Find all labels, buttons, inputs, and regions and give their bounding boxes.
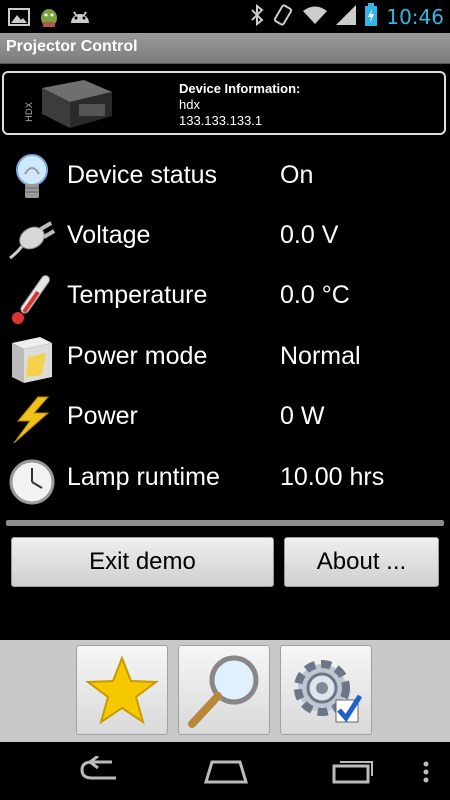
navigation-bar (0, 742, 450, 800)
signal-icon (336, 5, 357, 29)
android-debug-icon (38, 5, 60, 33)
recent-apps-icon[interactable] (330, 756, 376, 786)
about-button[interactable]: About ... (284, 537, 439, 587)
projector-label: HDX (25, 102, 35, 122)
exit-demo-button[interactable]: Exit demo (11, 537, 274, 587)
device-name: hdx (179, 97, 200, 112)
device-info-heading: Device Information: (179, 81, 301, 96)
star-icon (85, 655, 159, 725)
section-divider (6, 520, 444, 526)
app-title: Projector Control (6, 38, 138, 55)
bluetooth-icon (250, 3, 264, 30)
voltage-label: Voltage (67, 221, 151, 249)
vibrate-icon (272, 4, 294, 30)
projector-image: HDX (25, 80, 112, 128)
lightbulb-icon (16, 154, 48, 198)
power-mode-icon (12, 337, 52, 383)
power-mode-label: Power mode (67, 342, 208, 370)
row-voltage: Voltage 0.0 V (0, 208, 450, 268)
home-icon[interactable] (202, 756, 250, 786)
lightning-bolt-icon (13, 396, 50, 444)
overflow-menu-icon[interactable] (420, 756, 432, 786)
lamp-runtime-value: 10.00 hrs (280, 463, 385, 491)
power-mode-value: Normal (280, 342, 361, 370)
favorites-button[interactable] (76, 645, 168, 735)
device-ip: 133.133.133.1 (179, 113, 263, 128)
status-clock: 10:46 (386, 5, 444, 29)
search-button[interactable] (178, 645, 270, 735)
voltage-value: 0.0 V (280, 221, 339, 249)
device-info-text: Device Information: hdx 133.133.133.1 (179, 81, 300, 129)
magnifier-icon (188, 655, 259, 728)
device-status-label: Device status (67, 161, 218, 189)
android-robot-icon (68, 7, 92, 31)
power-plug-icon (9, 221, 56, 260)
temperature-label: Temperature (67, 281, 208, 309)
row-power-mode: Power mode Normal (0, 329, 450, 389)
battery-charging-icon (364, 3, 378, 31)
power-value: 0 W (280, 402, 325, 430)
device-info-card[interactable]: HDX Device Information: hdx 133.133.133.… (2, 71, 446, 135)
wifi-icon (302, 5, 328, 29)
back-icon[interactable] (78, 756, 122, 786)
row-device-status: Device status On (0, 148, 450, 208)
row-power: Power 0 W (0, 389, 450, 449)
row-lamp-runtime: Lamp runtime 10.00 hrs (0, 450, 450, 510)
settings-button[interactable] (280, 645, 372, 735)
row-temperature: Temperature 0.0 °C (0, 268, 450, 328)
settings-gear-icon (294, 660, 363, 723)
power-label: Power (67, 402, 138, 430)
temperature-value: 0.0 °C (280, 281, 350, 309)
app-title-bar: Projector Control (0, 33, 450, 64)
lamp-runtime-label: Lamp runtime (67, 463, 220, 491)
bottom-toolbar (0, 640, 450, 742)
gallery-notification-icon (8, 7, 30, 31)
device-status-value: On (280, 161, 314, 189)
thermometer-icon (12, 275, 50, 324)
status-bar: 10:46 (0, 0, 450, 33)
clock-icon (9, 459, 55, 505)
